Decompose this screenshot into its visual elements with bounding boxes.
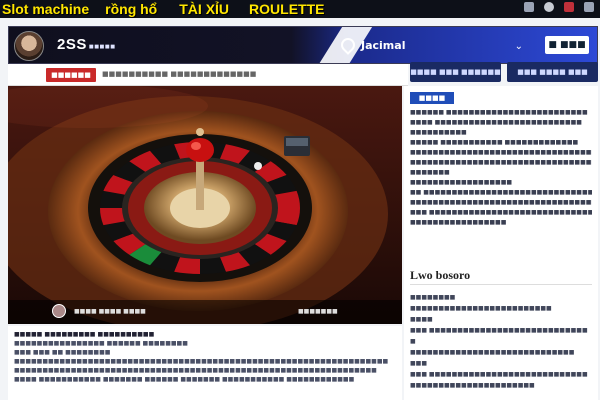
user-icon[interactable] — [564, 2, 574, 12]
article-line: ■■■■■ ■■■■■■■■■ ■■■■■■■■■■ — [14, 331, 155, 338]
category-badge[interactable]: ■■■■■■ — [46, 68, 96, 82]
sidebar-line: ■■■■■ ■■■■■■■■■■■ ■■■■■■■■■■■■■ — [410, 139, 579, 146]
list-item[interactable]: ■■■■ — [410, 314, 592, 325]
sidebar-line: ■■ ■■■■■■■■■■■■■■■■■■■■■■■■■■■■■■ — [410, 189, 592, 196]
logo-icon — [338, 35, 358, 55]
right-buttons: ■■■■ ■■■ ■■■■■■ ■■■ ■■■■ ■■■ — [410, 62, 598, 82]
category-tai-xiu[interactable]: TÀI XỈU — [179, 0, 229, 18]
category-slot-machine[interactable]: Slot machine — [2, 0, 89, 18]
hero-caption-bar: ■■■■ ■■■■ ■■■■ ■■■■■■■ — [8, 300, 402, 324]
site-header: 2SS ■■■■■ Jacimal ⌄ ■ ■■■ — [8, 26, 598, 64]
search-icon[interactable] — [544, 2, 554, 12]
list-item[interactable]: ■■■■■■■■■■■■■■■■■■■■■■■■■■■■■ — [410, 347, 592, 358]
sub-bar: ■■■■■■ ■■■■■■■■■■ ■■■■■■■■■■■■■ — [8, 64, 408, 86]
header-action-button[interactable]: ■ ■■■ — [545, 36, 589, 54]
hero-image[interactable] — [8, 86, 402, 324]
article-line: ■■■■■■■■■■■■■■■■ ■■■■■■ ■■■■■■■■ — [14, 340, 188, 347]
sidebar-line: ■■■■■■■■■■■■■■■■■■■■■■■■■■■■■■■■■ — [410, 149, 592, 156]
sidebar-line: ■■■ ■■■■■■■■■■■■■■■■■■■■■■■■■■■■■ — [410, 209, 592, 216]
roulette-wheel-illustration — [8, 86, 402, 324]
logo-text: Jacimal — [361, 38, 406, 52]
author-avatar[interactable] — [52, 304, 66, 318]
notify-icon[interactable] — [584, 2, 594, 12]
article-line: ■■■■■■■■■■■■■■■■■■■■■■■■■■■■■■■■■■■■■■■■… — [14, 367, 377, 374]
list-item[interactable]: ■■■■■■■■ — [410, 292, 592, 303]
menu-icon[interactable] — [524, 2, 534, 12]
list-item[interactable]: ■■■ — [410, 358, 592, 369]
sidebar-line: ■■■■■■■■■■ — [410, 129, 467, 136]
list-item[interactable]: ■■■ ■■■■■■■■■■■■■■■■■■■■■■■■■■■■ — [410, 325, 592, 336]
sidebar-line: ■■■■■■■■■■■■■■■■■■■■■■■■■■■■■■■■■ — [410, 159, 592, 166]
right-button-1[interactable]: ■■■■ ■■■ ■■■■■■ — [410, 62, 501, 82]
article-line: ■■■■■■■■■■■■■■■■■■■■■■■■■■■■■■■■■■■■■■■■… — [14, 358, 389, 365]
sub-bar-text: ■■■■■■■■■■ ■■■■■■■■■■■■■ — [102, 70, 257, 78]
right-button-2[interactable]: ■■■ ■■■■ ■■■ — [507, 62, 598, 82]
top-category-bar: Slot machine rồng hổ TÀI XỈU ROULETTE — [0, 0, 600, 18]
partner-logo[interactable]: Jacimal — [338, 35, 406, 55]
sidebar-line: ■■■■■■■■■■■■■■■■■ — [410, 219, 507, 226]
brand-text: 2SS — [57, 36, 87, 53]
list-item[interactable]: ■ — [410, 336, 592, 347]
author-name[interactable]: ■■■■ ■■■■ ■■■■ — [74, 308, 146, 315]
category-rong-ho[interactable]: rồng hổ — [105, 0, 157, 18]
hero-date: ■■■■■■■ — [298, 308, 338, 315]
sidebar-divider — [410, 284, 592, 285]
sidebar-line: ■■■■ ■■■■■■■■■■■■■■■■■■■■■■■■■■ — [410, 119, 582, 126]
sidebar-section-title: Lwo bosoro — [410, 268, 471, 282]
sidebar-tag[interactable]: ■■■■ ■■■ — [410, 92, 454, 114]
avatar[interactable] — [14, 31, 44, 61]
dropdown-icon[interactable]: ⌄ — [515, 41, 523, 52]
sidebar-list: ■■■■■■■■ ■■■■■■■■■■■■■■■■■■■■■■■■■ ■■■■ … — [410, 292, 592, 391]
list-item[interactable]: ■■■■■■■■■■■■■■■■■■■■■■■■■ — [410, 303, 592, 314]
sidebar-line: ■■■■■■■ — [410, 169, 450, 176]
sidebar-line: ■■■■■■■■■■■■■■■■■■ — [410, 179, 513, 186]
article-line: ■■■ ■■■ ■■ ■■■■■■■■ — [14, 349, 111, 356]
article-line: ■■■■ ■■■■■■■■■■■ ■■■■■■■ ■■■■■■ ■■■■■■■ … — [14, 376, 355, 383]
article-body: ■■■■■ ■■■■■■■■■ ■■■■■■■■■■ ■■■■■■■■■■■■■… — [8, 326, 402, 400]
sidebar-content: ■■■■■■ ■■■■■■■■■■■■■■■■■■■■■■■■■ ■■■■ ■■… — [410, 108, 592, 228]
sidebar-line: ■■■■■■■■■■■■■■■■■■■■■■■■■■■■■■■■■ — [410, 199, 592, 206]
right-sidebar: ■■■■ ■■■ ■■■■■■ ■■■■■■■■■■■■■■■■■■■■■■■■… — [404, 86, 598, 400]
category-links: Slot machine rồng hổ TÀI XỈU ROULETTE — [2, 0, 324, 18]
list-item[interactable]: ■■■ ■■■■■■■■■■■■■■■■■■■■■■■■■■■■ — [410, 369, 592, 380]
brand-subtext: ■■■■■ — [88, 42, 116, 51]
list-item[interactable]: ■■■■■■■■■■■■■■■■■■■■■■ — [410, 380, 592, 391]
top-icons — [524, 2, 594, 12]
category-roulette[interactable]: ROULETTE — [249, 0, 324, 18]
brand-name[interactable]: 2SS ■■■■■ — [57, 36, 116, 53]
sidebar-line: ■■■■■■ ■■■■■■■■■■■■■■■■■■■■■■■■■ — [410, 109, 588, 116]
